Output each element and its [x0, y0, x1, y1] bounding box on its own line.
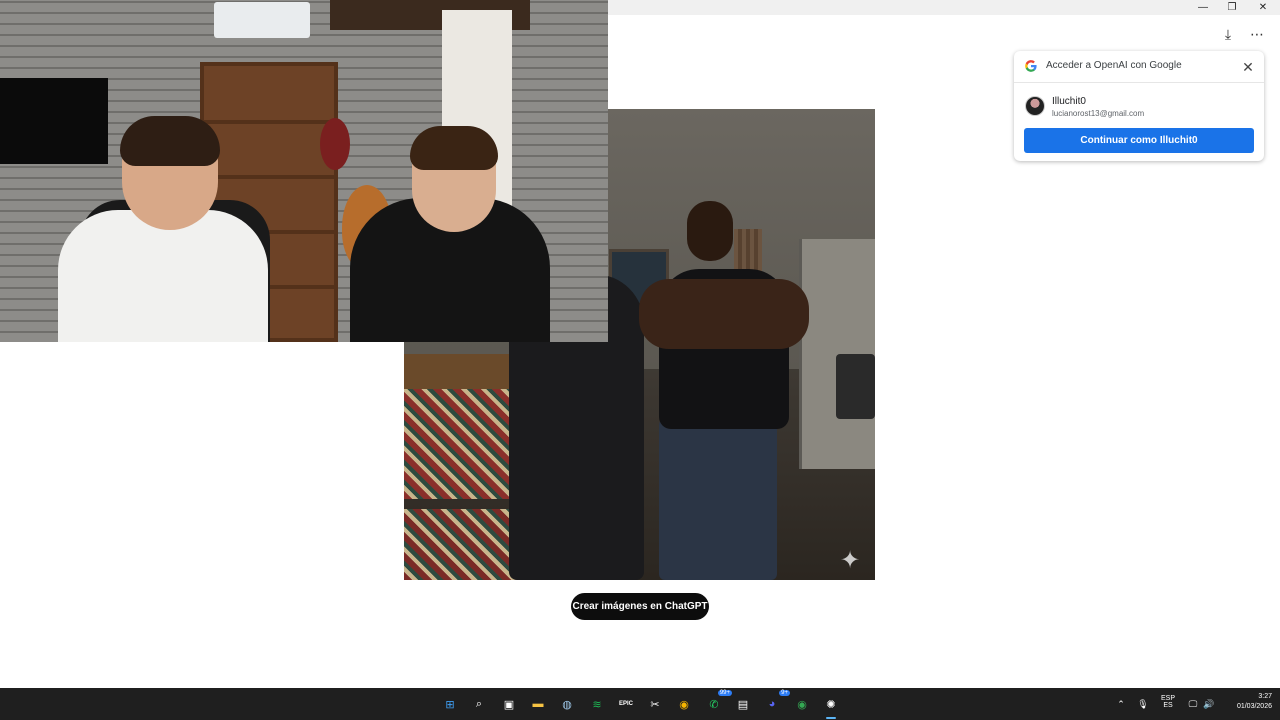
search-icon[interactable]: ⌕: [469, 694, 489, 714]
clock[interactable]: 3:27 01/03/2026: [1222, 693, 1272, 710]
chatgpt-icon[interactable]: ✺: [821, 694, 841, 714]
sparkle-icon: ✦: [840, 547, 861, 574]
avatar: [1025, 96, 1045, 116]
webcam-person-body: [58, 210, 268, 342]
discord-icon[interactable]: ◕ 9+: [762, 690, 790, 714]
google-signin-popup: Acceder a OpenAI con Google ✕ Illuchit0 …: [1014, 51, 1264, 161]
file-explorer-icon[interactable]: ▬: [528, 694, 548, 714]
app-window-icon[interactable]: ▤: [733, 694, 753, 714]
image-person-arms: [639, 279, 809, 349]
clock-date: 01/03/2026: [1236, 703, 1272, 710]
account-email: lucianorost13@gmail.com: [1052, 109, 1145, 118]
image-person-head: [687, 201, 733, 261]
store-icon[interactable]: ▣: [499, 694, 519, 714]
chrome-icon[interactable]: ◉: [674, 694, 694, 714]
active-app-indicator: [826, 717, 836, 719]
webcam-person-hair: [120, 116, 220, 166]
windows-start-icon[interactable]: ⊞: [440, 694, 460, 714]
minimize-button[interactable]: —: [1188, 0, 1218, 15]
webcam-shelf-board: [204, 175, 334, 179]
webcam-air-conditioner: [214, 2, 310, 38]
popup-header: Acceder a OpenAI con Google ✕: [1014, 51, 1264, 83]
create-images-button[interactable]: Crear imágenes en ChatGPT: [571, 593, 709, 620]
notification-badge: 9+: [779, 690, 790, 696]
notification-badge: 99+: [717, 690, 732, 696]
chevron-up-icon[interactable]: ⌃: [1115, 698, 1127, 710]
desktop: — ❐ ✕ ⤓ ⋯ ✦ Crear imágenes en ChatGPT Ac…: [0, 0, 1280, 720]
continue-as-button[interactable]: Continuar como Illuchit0: [1024, 128, 1254, 153]
close-window-button[interactable]: ✕: [1248, 0, 1278, 15]
network-icon[interactable]: 🖵: [1187, 698, 1199, 710]
webcam-shelf-board: [204, 120, 334, 124]
restore-button[interactable]: ❐: [1217, 0, 1247, 15]
download-icon[interactable]: ⤓: [1218, 25, 1238, 43]
epic-games-icon[interactable]: EPIC: [616, 694, 636, 714]
webcam-tv: [0, 78, 108, 164]
chrome-profile-icon[interactable]: ◉: [792, 694, 812, 714]
popup-title: Acceder a OpenAI con Google: [1046, 60, 1182, 71]
language-code: ESP: [1160, 695, 1175, 702]
language-indicator[interactable]: ESP ES: [1158, 695, 1178, 709]
capcut-icon[interactable]: ✂: [645, 694, 665, 714]
whatsapp-icon[interactable]: ✆ 99+: [704, 690, 732, 714]
webcam-person-hair: [410, 126, 498, 170]
image-tv: [836, 354, 875, 419]
volume-icon[interactable]: 🔊: [1203, 698, 1215, 710]
webcam-overlay: [0, 0, 608, 342]
spotify-icon[interactable]: ≋: [587, 694, 607, 714]
webcam-racket: [320, 118, 350, 170]
account-name: Illuchit0: [1052, 96, 1086, 107]
more-options-icon[interactable]: ⋯: [1247, 25, 1267, 43]
close-icon[interactable]: ✕: [1238, 57, 1258, 77]
keyboard-layout: ES: [1163, 702, 1173, 709]
google-logo-icon: [1025, 60, 1037, 72]
clock-time: 3:27: [1258, 693, 1272, 700]
taskbar: ⊞ ⌕ ▣ ▬ ◍ ≋ EPIC ✂ ◉ ✆ 99+ ▤ ◕ 9+ ◉ ✺ ⌃ 🎙 ESP ES 🖵 🔊 3:…: [0, 688, 1280, 720]
steam-icon[interactable]: ◍: [557, 694, 577, 714]
image-person-legs: [659, 419, 777, 580]
microphone-icon[interactable]: 🎙: [1137, 698, 1149, 710]
